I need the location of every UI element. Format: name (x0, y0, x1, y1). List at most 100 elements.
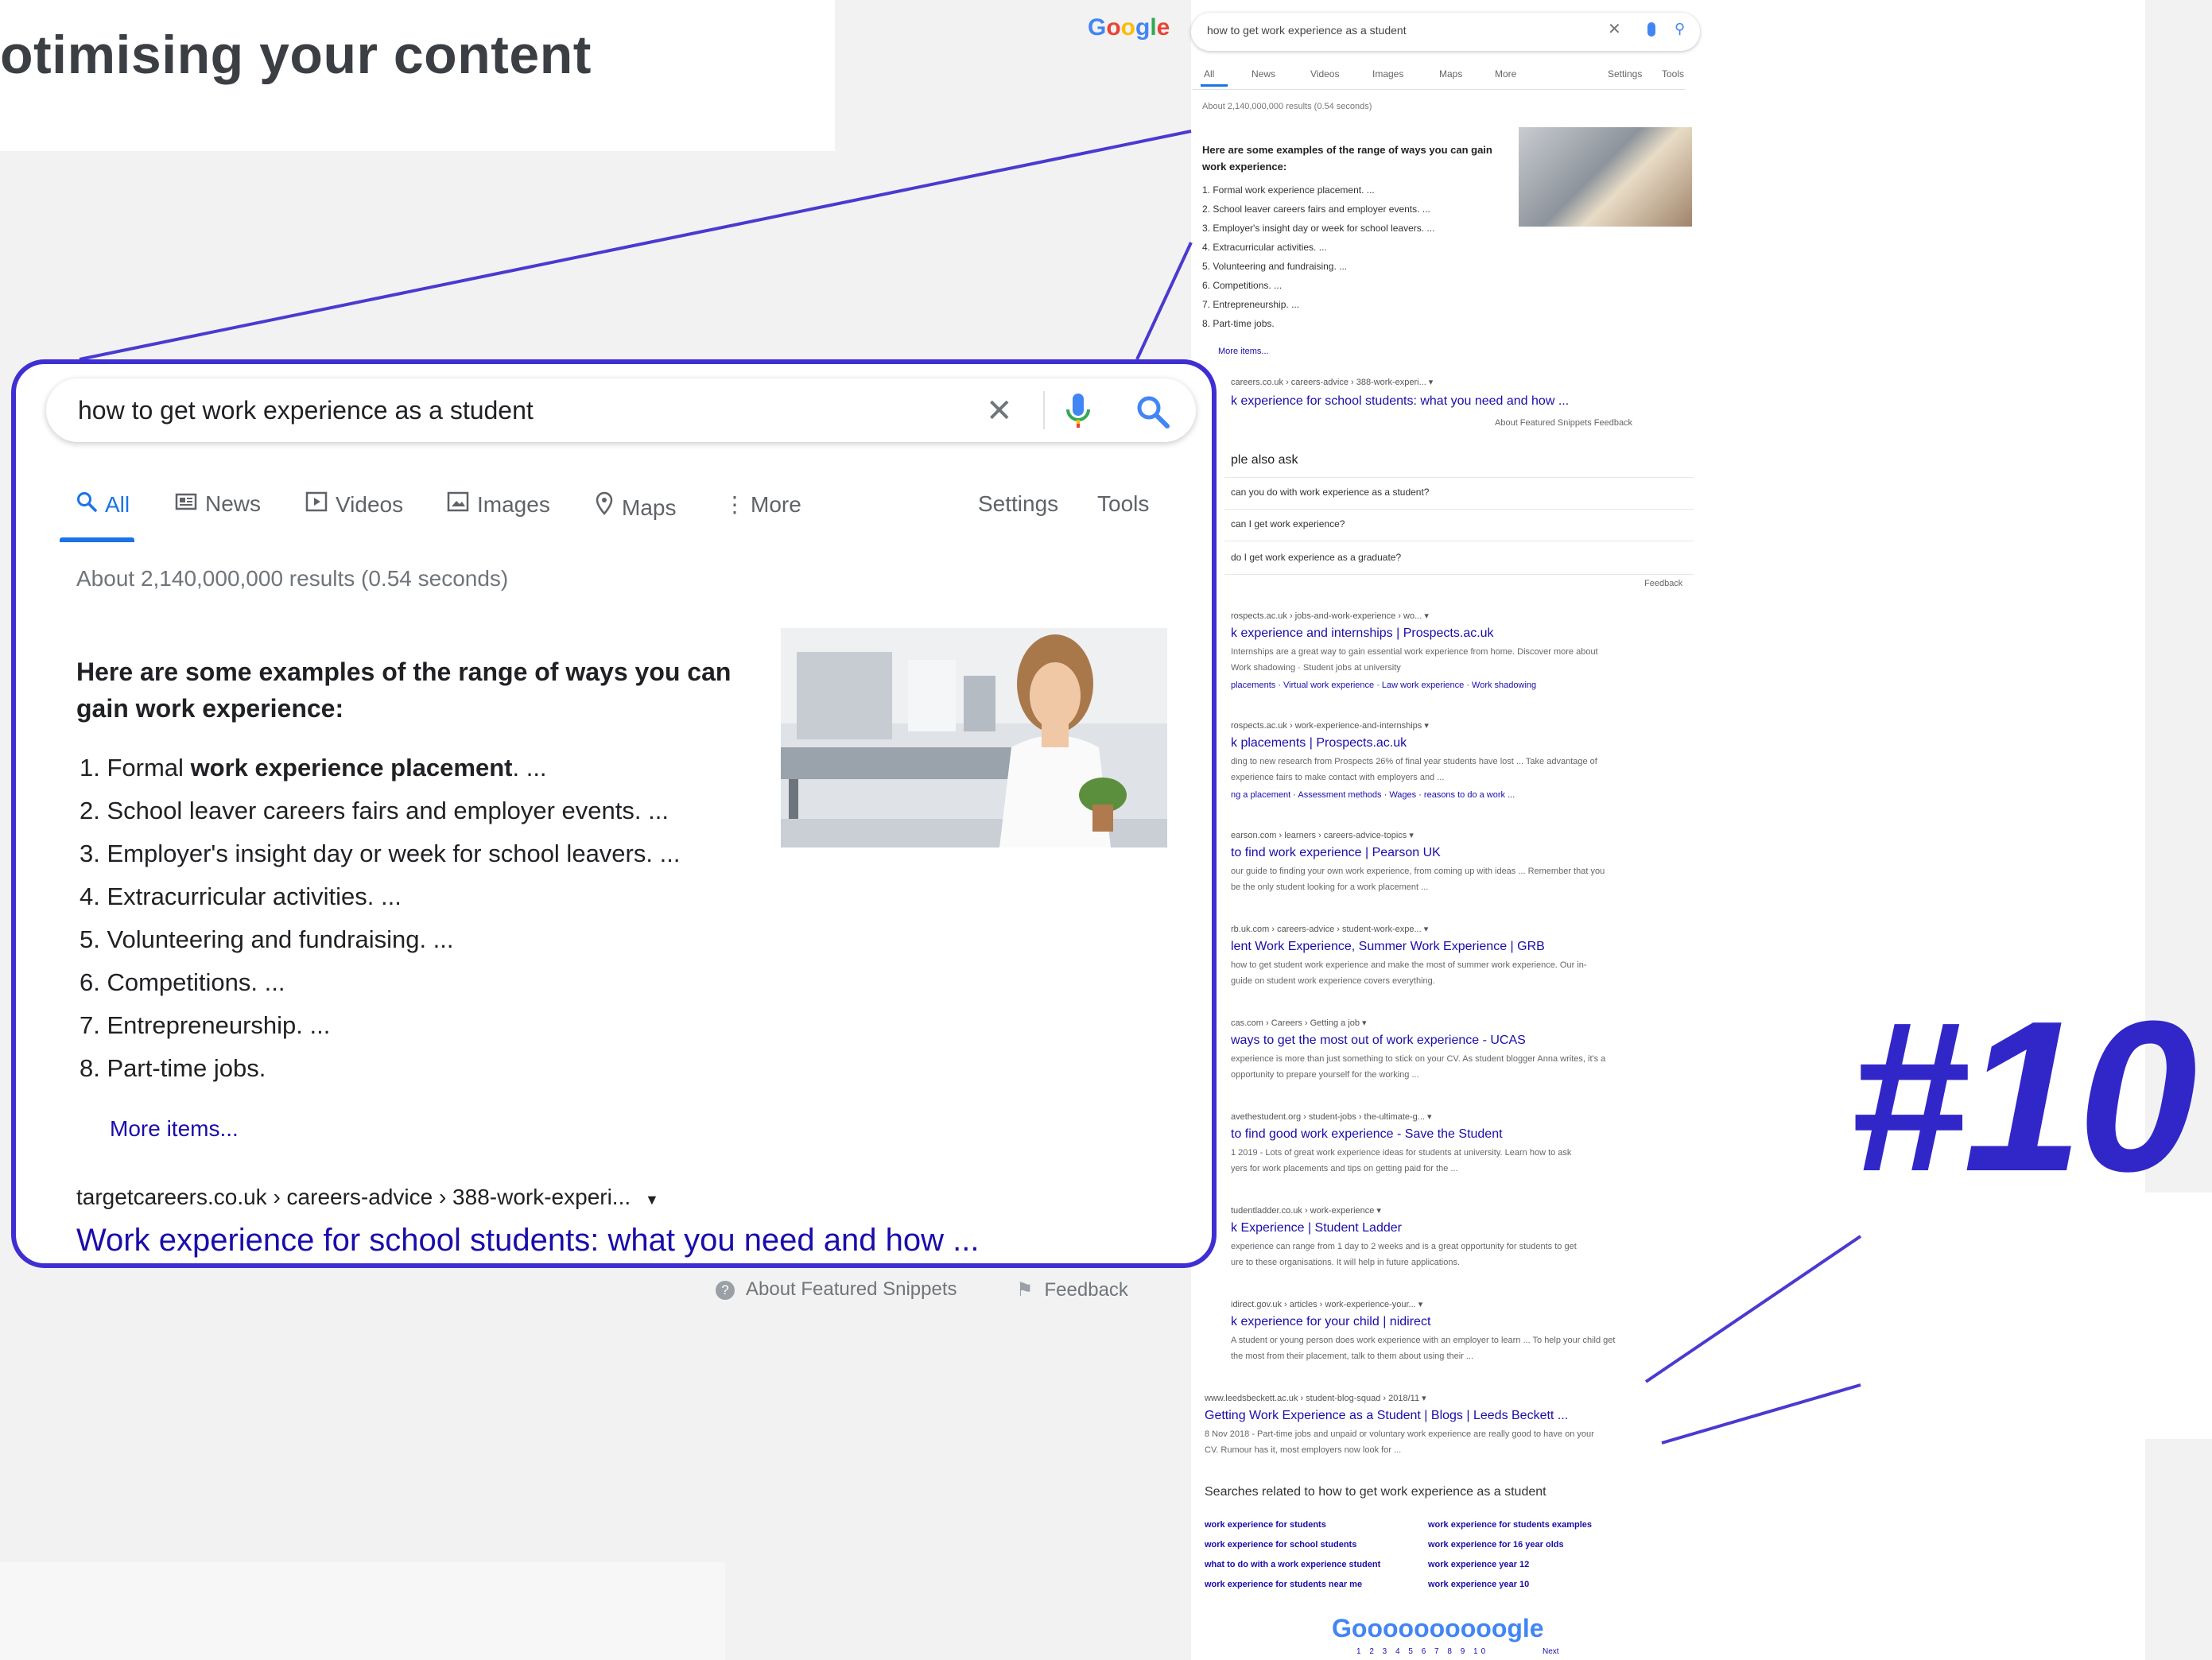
mini-result-title[interactable]: k Experience | Student Ladder (1231, 1221, 1700, 1235)
mini-paa-feedback[interactable]: Feedback (1644, 579, 1682, 588)
mini-result-breadcrumb: cas.com › Careers › Getting a job ▾ (1231, 1018, 1367, 1028)
mini-paa-question[interactable]: can you do with work experience as a stu… (1231, 487, 1692, 498)
mini-related-search[interactable]: what to do with a work experience studen… (1205, 1560, 1380, 1569)
tab-maps[interactable]: Maps (595, 491, 676, 521)
mini-tab-tools[interactable]: Tools (1662, 68, 1684, 80)
tab-more[interactable]: ⋮ More (724, 491, 801, 518)
mini-result-title[interactable]: k placements | Prospects.ac.uk (1231, 736, 1700, 750)
mini-snippet-heading: Here are some examples of the range of w… (1202, 144, 1492, 173)
news-icon (175, 491, 197, 517)
mini-list-item: 2. School leaver careers fairs and emplo… (1202, 204, 1430, 215)
mini-list-item: 5. Volunteering and fundraising. ... (1202, 261, 1348, 272)
video-icon (305, 491, 328, 518)
mini-paa-divider (1224, 509, 1694, 510)
mini-next-link[interactable]: Next (1543, 1647, 1559, 1656)
mini-related-search[interactable]: work experience for students (1205, 1520, 1326, 1530)
mini-related-search[interactable]: work experience year 10 (1428, 1580, 1529, 1589)
mini-result-title[interactable]: to find good work experience - Save the … (1231, 1127, 1700, 1142)
featured-snippet-image[interactable] (781, 628, 1167, 847)
mini-microphone-icon[interactable] (1647, 22, 1655, 37)
mini-result-description: experience fairs to make contact with em… (1231, 773, 1445, 782)
mini-paa-question[interactable]: can I get work experience? (1231, 518, 1692, 529)
page-heading: otimising your content (0, 25, 592, 85)
mini-list-item: 8. Part-time jobs. (1202, 318, 1275, 329)
mini-result-title[interactable]: k experience for your child | nidirect (1231, 1315, 1700, 1329)
mini-result-breadcrumb: www.leedsbeckett.ac.uk › student-blog-sq… (1205, 1394, 1426, 1403)
mini-tab-maps[interactable]: Maps (1439, 68, 1462, 80)
mini-google-logo[interactable]: Google (1088, 14, 1170, 41)
tab-label: Images (477, 492, 550, 517)
mini-result-title[interactable]: k experience for school students: what y… (1231, 394, 1676, 409)
about-featured-snippets-link[interactable]: ? About Featured Snippets (716, 1278, 957, 1301)
mini-result-description: A student or young person does work expe… (1231, 1336, 1616, 1345)
mini-people-also-ask-title: ple also ask (1231, 453, 1298, 467)
help-circle-icon: ? (716, 1281, 735, 1300)
snippet-list-item: 5. Volunteering and fundraising. ... (80, 925, 454, 953)
mini-paa-question[interactable]: do I get work experience as a graduate? (1231, 552, 1692, 563)
snippet-list-item: 2. School leaver careers fairs and emplo… (80, 797, 669, 824)
tab-news[interactable]: News (175, 491, 261, 517)
tab-all[interactable]: All (76, 491, 130, 518)
mini-result-description: CV. Rumour has it, most employers now lo… (1205, 1445, 1402, 1455)
connector-line (79, 130, 1192, 361)
tab-images[interactable]: Images (447, 491, 550, 518)
mini-result-description: how to get student work experience and m… (1231, 960, 1587, 970)
search-icon[interactable] (1135, 394, 1170, 433)
microphone-icon[interactable] (1064, 392, 1092, 436)
mini-related-search[interactable]: work experience for students near me (1205, 1580, 1362, 1589)
snippet-list-item: 1. Formal work experience placement. ... (80, 754, 547, 782)
mini-related-search[interactable]: work experience for 16 year olds (1428, 1540, 1564, 1549)
tab-tools[interactable]: Tools (1097, 491, 1149, 517)
mini-tab-settings[interactable]: Settings (1608, 68, 1642, 80)
mini-search-icon[interactable]: ⚲ (1675, 21, 1685, 37)
mini-result-sitelinks[interactable]: ng a placement · Assessment methods · Wa… (1231, 790, 1700, 800)
tab-label: More (751, 492, 801, 517)
mini-result-description: yers for work placements and tips on get… (1231, 1164, 1458, 1173)
close-icon[interactable]: ✕ (986, 393, 1013, 429)
mini-result-title[interactable]: to find work experience | Pearson UK (1231, 846, 1700, 860)
mini-result-title[interactable]: Getting Work Experience as a Student | B… (1205, 1409, 1674, 1423)
right-panel (1861, 1193, 2212, 1439)
mini-tab-news[interactable]: News (1252, 68, 1275, 80)
mini-result-breadcrumb: tudentladder.co.uk › work-experience ▾ (1231, 1206, 1381, 1216)
mini-result-title[interactable]: ways to get the most out of work experie… (1231, 1034, 1700, 1048)
mini-tab-all[interactable]: All (1204, 68, 1214, 80)
mini-tab-more[interactable]: More (1495, 68, 1516, 80)
mini-result-sitelinks[interactable]: placements · Virtual work experience · L… (1231, 681, 1700, 690)
map-pin-icon (595, 491, 614, 521)
mini-tab-videos[interactable]: Videos (1310, 68, 1339, 80)
mini-more-items-link[interactable]: More items... (1218, 347, 1269, 356)
mini-result-description: 1 2019 - Lots of great work experience i… (1231, 1148, 1572, 1158)
mini-related-search[interactable]: work experience for school students (1205, 1540, 1356, 1549)
mini-search-query[interactable]: how to get work experience as a student (1207, 24, 1407, 37)
mini-page-numbers[interactable]: 1 2 3 4 5 6 7 8 9 10 (1356, 1647, 1488, 1656)
rank-label: #10 (1849, 977, 2197, 1216)
mini-related-search[interactable]: work experience year 12 (1428, 1560, 1529, 1569)
mini-related-search[interactable]: work experience for students examples (1428, 1520, 1592, 1530)
feedback-link[interactable]: ⚑ Feedback (1016, 1278, 1128, 1301)
mini-result-description: experience is more than just something t… (1231, 1054, 1606, 1064)
mini-tab-images[interactable]: Images (1372, 68, 1403, 80)
snippet-list-item: 6. Competitions. ... (80, 968, 285, 996)
mini-result-stats: About 2,140,000,000 results (0.54 second… (1202, 102, 1372, 111)
mini-result-title[interactable]: lent Work Experience, Summer Work Experi… (1231, 940, 1700, 954)
tab-videos[interactable]: Videos (305, 491, 403, 518)
tab-settings[interactable]: Settings (978, 491, 1058, 517)
search-input[interactable]: how to get work experience as a student (78, 396, 534, 425)
mini-result-description: be the only student looking for a work p… (1231, 882, 1429, 892)
active-tab-indicator (60, 537, 134, 542)
mini-result-description: experience can range from 1 day to 2 wee… (1231, 1242, 1577, 1251)
mini-tab-underline (1201, 84, 1228, 87)
mini-result-title[interactable]: k experience and internships | Prospects… (1231, 626, 1700, 641)
mini-close-icon[interactable]: ✕ (1608, 19, 1621, 39)
dropdown-arrow-icon[interactable]: ▼ (645, 1192, 659, 1208)
result-title-link[interactable]: Work experience for school students: wha… (76, 1223, 979, 1259)
mini-result-breadcrumb: idirect.gov.uk › articles › work-experie… (1231, 1300, 1423, 1309)
more-items-link[interactable]: More items... (110, 1116, 239, 1142)
mini-snippet-footer[interactable]: About Featured Snippets Feedback (1495, 418, 1632, 428)
more-vert-icon: ⋮ (724, 492, 746, 517)
mini-result-description: ure to these organisations. It will help… (1231, 1258, 1460, 1267)
mini-related-searches-title: Searches related to how to get work expe… (1205, 1485, 1546, 1499)
mini-snippet-image[interactable] (1519, 127, 1692, 227)
mini-divider (1193, 89, 1686, 90)
